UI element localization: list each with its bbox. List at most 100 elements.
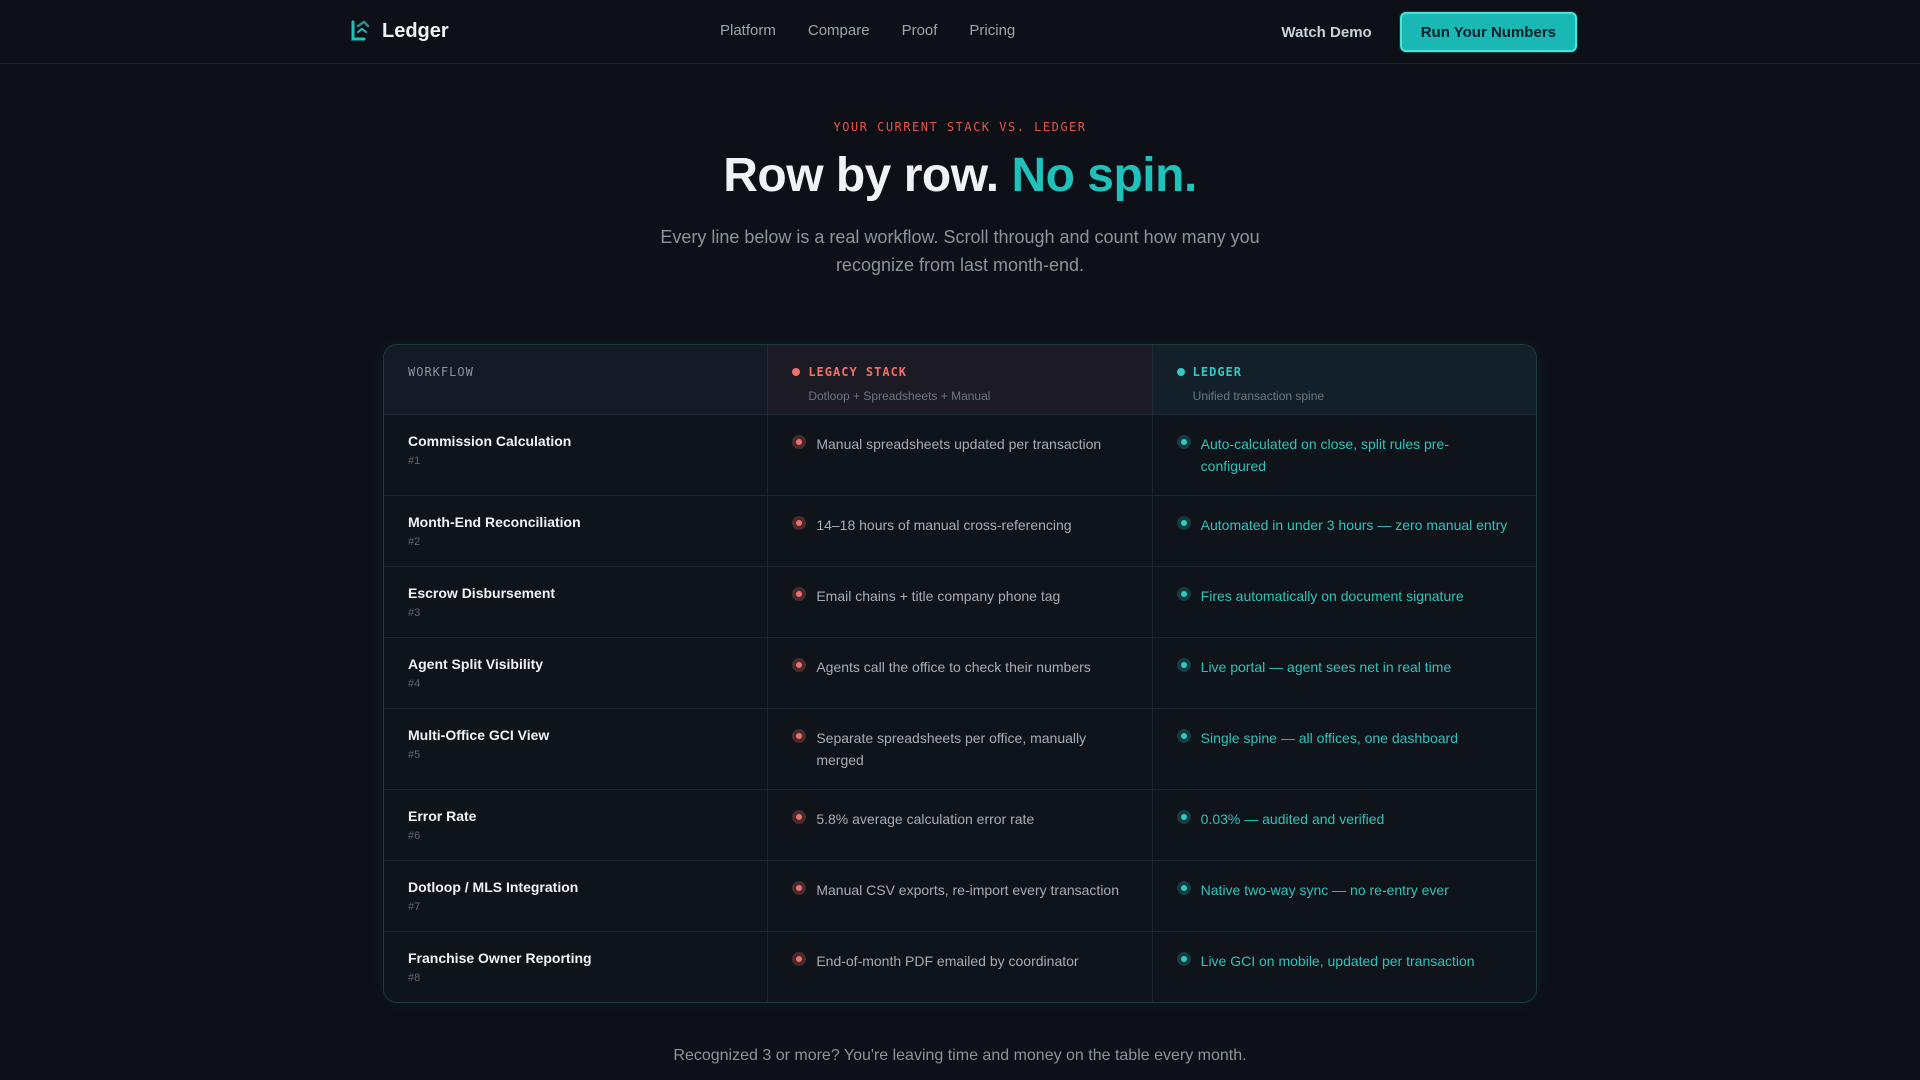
workflow-cell: Commission Calculation #1: [384, 415, 769, 495]
ledger-text: Live portal — agent sees net in real tim…: [1200, 659, 1452, 675]
ledger-cell: Single spine — all offices, one dashboar…: [1153, 709, 1536, 789]
workflow-number: #4: [408, 678, 421, 690]
workflow-number: #1: [408, 455, 421, 467]
hero: YOUR CURRENT STACK VS. LEDGER Row by row…: [0, 120, 1920, 279]
ledger-text: 0.03% — audited and verified: [1200, 811, 1385, 827]
nav-link-platform[interactable]: Platform: [720, 22, 776, 39]
workflow-name: Dotloop / MLS Integration: [408, 879, 579, 895]
ledger-item: Auto-calculated on close, split rules pr…: [1176, 433, 1512, 477]
header-ledger-sub: Unified transaction spine: [1192, 389, 1325, 403]
top-nav: Ledger Platform Compare Proof Pricing Wa…: [0, 0, 1920, 64]
ledger-text: Single spine — all offices, one dashboar…: [1200, 730, 1459, 746]
table-row: Multi-Office GCI View #5 Separate spread…: [384, 709, 1536, 790]
table-row: Commission Calculation #1 Manual spreads…: [384, 415, 1536, 496]
workflow-name: Error Rate: [408, 808, 477, 824]
header-legacy: LEGACY STACK Dotloop + Spreadsheets + Ma…: [768, 345, 1153, 414]
header-workflow-title: WORKFLOW: [408, 365, 474, 379]
red-bullet-icon: [792, 435, 807, 449]
teal-bullet-icon: [1176, 952, 1191, 966]
teal-bullet-icon: [1176, 516, 1191, 530]
ledger-item: Automated in under 3 hours — zero manual…: [1176, 514, 1512, 536]
teal-bullet-icon: [1176, 729, 1191, 743]
ledger-item: Fires automatically on document signatur…: [1176, 585, 1512, 607]
workflow-cell: Escrow Disbursement #3: [384, 567, 769, 637]
page-title: Row by row. No spin.: [0, 148, 1920, 203]
red-bullet-icon: [792, 658, 807, 672]
ledger-item: Single spine — all offices, one dashboar…: [1176, 727, 1512, 749]
watch-demo-link[interactable]: Watch Demo: [1281, 24, 1371, 41]
workflow-name: Franchise Owner Reporting: [408, 950, 592, 966]
legacy-text: End-of-month PDF emailed by coordinator: [816, 953, 1079, 969]
nav-actions: Watch Demo Run Your Numbers: [1281, 12, 1577, 52]
ledger-cell: Fires automatically on document signatur…: [1153, 567, 1536, 637]
ledger-item: Live portal — agent sees net in real tim…: [1176, 656, 1512, 678]
run-your-numbers-button[interactable]: Run Your Numbers: [1399, 12, 1577, 52]
legacy-text: 5.8% average calculation error rate: [816, 811, 1035, 827]
workflow-cell: Dotloop / MLS Integration #7: [384, 861, 769, 931]
legacy-text: Agents call the office to check their nu…: [816, 659, 1091, 675]
legacy-cell: Manual spreadsheets updated per transact…: [768, 415, 1153, 495]
header-ledger-title: LEDGER: [1192, 365, 1243, 379]
workflow-cell: Multi-Office GCI View #5: [384, 709, 769, 789]
red-bullet-icon: [792, 810, 807, 824]
legacy-item: Email chains + title company phone tag: [792, 585, 1127, 607]
ledger-cell: Automated in under 3 hours — zero manual…: [1153, 496, 1536, 566]
legacy-item: Manual CSV exports, re-import every tran…: [792, 879, 1127, 901]
nav-link-pricing[interactable]: Pricing: [969, 22, 1015, 39]
legacy-text: Manual CSV exports, re-import every tran…: [816, 882, 1120, 898]
red-bullet-icon: [792, 952, 807, 966]
red-bullet-icon: [792, 587, 807, 601]
legacy-text: 14–18 hours of manual cross-referencing: [816, 517, 1072, 533]
header-legacy-sub: Dotloop + Spreadsheets + Manual: [808, 389, 991, 403]
table-row: Escrow Disbursement #3 Email chains + ti…: [384, 567, 1536, 638]
teal-bullet-icon: [1176, 810, 1191, 824]
header-workflow: WORKFLOW: [384, 345, 769, 414]
teal-bullet-icon: [1176, 587, 1191, 601]
workflow-number: #3: [408, 607, 421, 619]
legacy-cell: Manual CSV exports, re-import every tran…: [768, 861, 1153, 931]
table-header: WORKFLOW LEGACY STACK Dotloop + Spreadsh…: [384, 345, 1536, 415]
ledger-text: Automated in under 3 hours — zero manual…: [1200, 517, 1508, 533]
ledger-item: Native two-way sync — no re-entry ever: [1176, 879, 1512, 901]
legacy-item: 5.8% average calculation error rate: [792, 808, 1127, 830]
ledger-cell: 0.03% — audited and verified: [1153, 790, 1536, 860]
workflow-cell: Error Rate #6: [384, 790, 769, 860]
teal-bullet-icon: [1176, 658, 1191, 672]
table-row: Franchise Owner Reporting #8 End-of-mont…: [384, 932, 1536, 1002]
workflow-name: Multi-Office GCI View: [408, 727, 550, 743]
workflow-name: Commission Calculation: [408, 433, 572, 449]
legacy-cell: Email chains + title company phone tag: [768, 567, 1153, 637]
workflow-number: #8: [408, 972, 421, 984]
brand[interactable]: Ledger: [350, 19, 449, 43]
legacy-item: Agents call the office to check their nu…: [792, 656, 1127, 678]
teal-bullet-icon: [1176, 435, 1191, 449]
legacy-cell: End-of-month PDF emailed by coordinator: [768, 932, 1153, 1002]
legacy-text: Email chains + title company phone tag: [816, 588, 1061, 604]
ledger-logo-icon: [351, 20, 370, 41]
nav-link-proof[interactable]: Proof: [902, 22, 938, 39]
ledger-item: 0.03% — audited and verified: [1176, 808, 1512, 830]
red-bullet-icon: [792, 516, 807, 530]
workflow-cell: Franchise Owner Reporting #8: [384, 932, 769, 1002]
teal-bullet-icon: [1176, 881, 1191, 895]
legacy-item: Separate spreadsheets per office, manual…: [792, 727, 1127, 771]
comparison-table: WORKFLOW LEGACY STACK Dotloop + Spreadsh…: [383, 344, 1537, 1003]
legacy-item: End-of-month PDF emailed by coordinator: [792, 950, 1127, 972]
legacy-text: Separate spreadsheets per office, manual…: [816, 730, 1087, 768]
subhead: Every line below is a real workflow. Scr…: [660, 227, 1260, 275]
brand-name: Ledger: [382, 19, 449, 42]
workflow-cell: Agent Split Visibility #4: [384, 638, 769, 708]
workflow-name: Agent Split Visibility: [408, 656, 544, 672]
legacy-cell: 5.8% average calculation error rate: [768, 790, 1153, 860]
table-row: Dotloop / MLS Integration #7 Manual CSV …: [384, 861, 1536, 932]
table-row: Error Rate #6 5.8% average calculation e…: [384, 790, 1536, 861]
workflow-cell: Month-End Reconciliation #2: [384, 496, 769, 566]
legacy-text: Manual spreadsheets updated per transact…: [816, 436, 1102, 452]
workflow-number: #2: [408, 536, 421, 548]
workflow-number: #7: [408, 901, 421, 913]
nav-link-compare[interactable]: Compare: [808, 22, 870, 39]
header-legacy-title: LEGACY STACK: [808, 365, 908, 379]
ledger-cell: Live portal — agent sees net in real tim…: [1153, 638, 1536, 708]
table-row: Month-End Reconciliation #2 14–18 hours …: [384, 496, 1536, 567]
ledger-cell: Auto-calculated on close, split rules pr…: [1153, 415, 1536, 495]
